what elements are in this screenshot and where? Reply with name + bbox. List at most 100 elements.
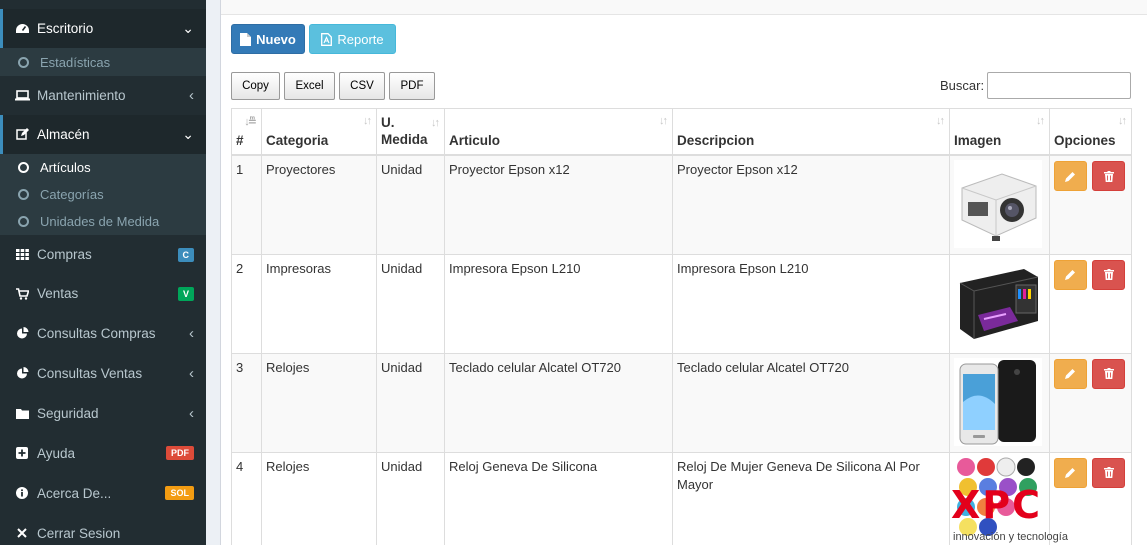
- delete-button[interactable]: [1092, 457, 1125, 488]
- column-header-categoria[interactable]: ↓↑ Categoria: [261, 108, 377, 156]
- sidebar-item-label: Almacén: [37, 127, 90, 142]
- column-header-opciones[interactable]: ↓↑ Opciones: [1049, 108, 1132, 156]
- pie-chart-icon: [14, 366, 30, 380]
- cell-categoria: Relojes: [261, 352, 377, 453]
- delete-button[interactable]: [1092, 161, 1125, 191]
- chevron-left-icon: ‹: [189, 87, 194, 104]
- cell-medida: Unidad: [376, 154, 445, 255]
- sidebar-item-label: Cerrar Sesion: [37, 525, 121, 541]
- column-header-articulo[interactable]: ↓↑ Articulo: [444, 108, 673, 156]
- edit-button[interactable]: [1054, 259, 1087, 290]
- badge-compras: C: [177, 247, 194, 262]
- cell-categoria: Relojes: [261, 451, 377, 545]
- sidebar-item-label: Compras: [37, 247, 92, 262]
- cell-medida: Unidad: [376, 451, 445, 545]
- column-header-num[interactable]: ↓≞ #: [231, 108, 262, 156]
- sort-icon: ↓↑: [431, 117, 440, 129]
- sidebar-item-compras[interactable]: Compras C: [0, 235, 206, 274]
- cell-descripcion: Proyector Epson x12: [672, 154, 950, 255]
- delete-button[interactable]: [1092, 259, 1125, 290]
- pencil-icon: [1065, 171, 1075, 182]
- edit-button[interactable]: [1054, 457, 1087, 488]
- sidebar-item-consultas-compras[interactable]: Consultas Compras ‹: [0, 313, 206, 353]
- table-row: 2 Impresoras Unidad Impresora Epson L210…: [231, 253, 1132, 354]
- sidebar-item-label: Consultas Ventas: [37, 365, 143, 381]
- laptop-icon: [14, 90, 30, 101]
- csv-button[interactable]: CSV: [339, 72, 385, 100]
- circle-icon: [18, 56, 29, 68]
- sidebar-item-acerca[interactable]: Acerca De... SOL: [0, 473, 206, 513]
- info-icon: [14, 487, 30, 499]
- sidebar-item-unidades[interactable]: Unidades de Medida: [0, 208, 206, 235]
- pencil-icon: [1065, 270, 1075, 280]
- sidebar-item-ventas[interactable]: Ventas V: [0, 274, 206, 313]
- copy-button[interactable]: Copy: [231, 72, 280, 100]
- column-header-descripcion[interactable]: ↓↑ Descripcion: [672, 108, 950, 156]
- sidebar: Escritorio ⌄ Estadísticas Mantenimiento …: [0, 0, 206, 545]
- sidebar-item-articulos[interactable]: Artículos: [0, 154, 206, 181]
- badge-ventas: V: [177, 286, 194, 301]
- column-header-label: Opciones: [1054, 133, 1116, 148]
- cell-opciones: [1049, 352, 1132, 453]
- close-icon: [14, 528, 30, 538]
- cell-descripcion: Impresora Epson L210: [672, 253, 950, 354]
- chevron-down-icon: ⌄: [182, 20, 194, 36]
- reporte-label: Reporte: [337, 31, 384, 47]
- sidebar-item-label: Consultas Compras: [37, 325, 156, 341]
- sidebar-item-escritorio[interactable]: Escritorio ⌄: [0, 9, 206, 48]
- projector-image: [954, 160, 1042, 248]
- cell-medida: Unidad: [376, 352, 445, 453]
- column-header-medida[interactable]: ↓↑ U. Medida: [376, 108, 445, 156]
- trash-icon: [1103, 368, 1114, 379]
- trash-icon: [1103, 170, 1114, 182]
- sort-icon: ↓↑: [936, 115, 945, 127]
- sidebar-item-consultas-ventas[interactable]: Consultas Ventas ‹: [0, 353, 206, 393]
- column-header-imagen[interactable]: ↓↑ Imagen: [949, 108, 1050, 156]
- cell-articulo: Proyector Epson x12: [444, 154, 673, 255]
- badge-ayuda: PDF: [166, 446, 194, 460]
- nuevo-button[interactable]: Nuevo: [231, 24, 305, 54]
- sort-icon: ↓↑: [1118, 115, 1127, 127]
- excel-button[interactable]: Excel: [284, 72, 335, 100]
- sidebar-item-mantenimiento[interactable]: Mantenimiento ‹: [0, 76, 206, 115]
- sidebar-item-cerrar-sesion[interactable]: Cerrar Sesion: [0, 513, 206, 545]
- circle-icon: [18, 162, 29, 173]
- sidebar-item-label: Ayuda: [37, 445, 76, 461]
- nuevo-label: Nuevo: [256, 31, 296, 47]
- content-header: [221, 0, 1147, 15]
- column-header-label: Imagen: [954, 133, 1002, 148]
- cell-imagen: [949, 352, 1050, 453]
- sidebar-item-almacen[interactable]: Almacén ⌄: [0, 115, 206, 154]
- submenu-almacen: Artículos Categorías Unidades de Medida: [0, 154, 206, 235]
- pencil-icon: [1065, 369, 1075, 379]
- cell-num: 2: [231, 253, 262, 354]
- sidebar-item-seguridad[interactable]: Seguridad ‹: [0, 393, 206, 433]
- pdf-file-icon: [321, 32, 333, 46]
- search-input[interactable]: [987, 72, 1131, 99]
- sidebar-item-categorias[interactable]: Categorías: [0, 181, 206, 208]
- printer-image: [954, 258, 1042, 347]
- column-header-label: Articulo: [449, 133, 501, 148]
- sidebar-item-label: Unidades de Medida: [40, 214, 160, 229]
- sort-asc-icon: ↓≞: [244, 116, 257, 128]
- sidebar-item-label: Seguridad: [37, 405, 99, 421]
- cell-opciones: [1049, 253, 1132, 354]
- column-header-label-line1: U.: [381, 115, 395, 130]
- cell-imagen: [949, 253, 1050, 354]
- cell-articulo: Teclado celular Alcatel OT720: [444, 352, 673, 453]
- delete-button[interactable]: [1092, 358, 1125, 389]
- cell-descripcion: Reloj De Mujer Geneva De Silicona Al Por…: [672, 451, 950, 545]
- articles-table: ↓≞ # ↓↑ Categoria ↓↑ U. Medida ↓↑ Articulo ↓↑…: [231, 108, 1132, 545]
- reporte-button[interactable]: Reporte: [309, 24, 396, 54]
- edit-button[interactable]: [1054, 358, 1087, 389]
- sidebar-item-label: Ventas: [37, 286, 79, 301]
- sidebar-item-estadisticas[interactable]: Estadísticas: [0, 48, 206, 76]
- column-header-label: #: [236, 133, 244, 148]
- sidebar-item-ayuda[interactable]: Ayuda PDF: [0, 433, 206, 473]
- edit-button[interactable]: [1054, 161, 1087, 191]
- pdf-button[interactable]: PDF: [389, 72, 435, 100]
- table-row: 3 Relojes Unidad Teclado celular Alcatel…: [231, 352, 1132, 453]
- cell-descripcion: Teclado celular Alcatel OT720: [672, 352, 950, 453]
- cell-articulo: Reloj Geneva De Silicona: [444, 451, 673, 545]
- chevron-down-icon: ⌄: [182, 126, 194, 142]
